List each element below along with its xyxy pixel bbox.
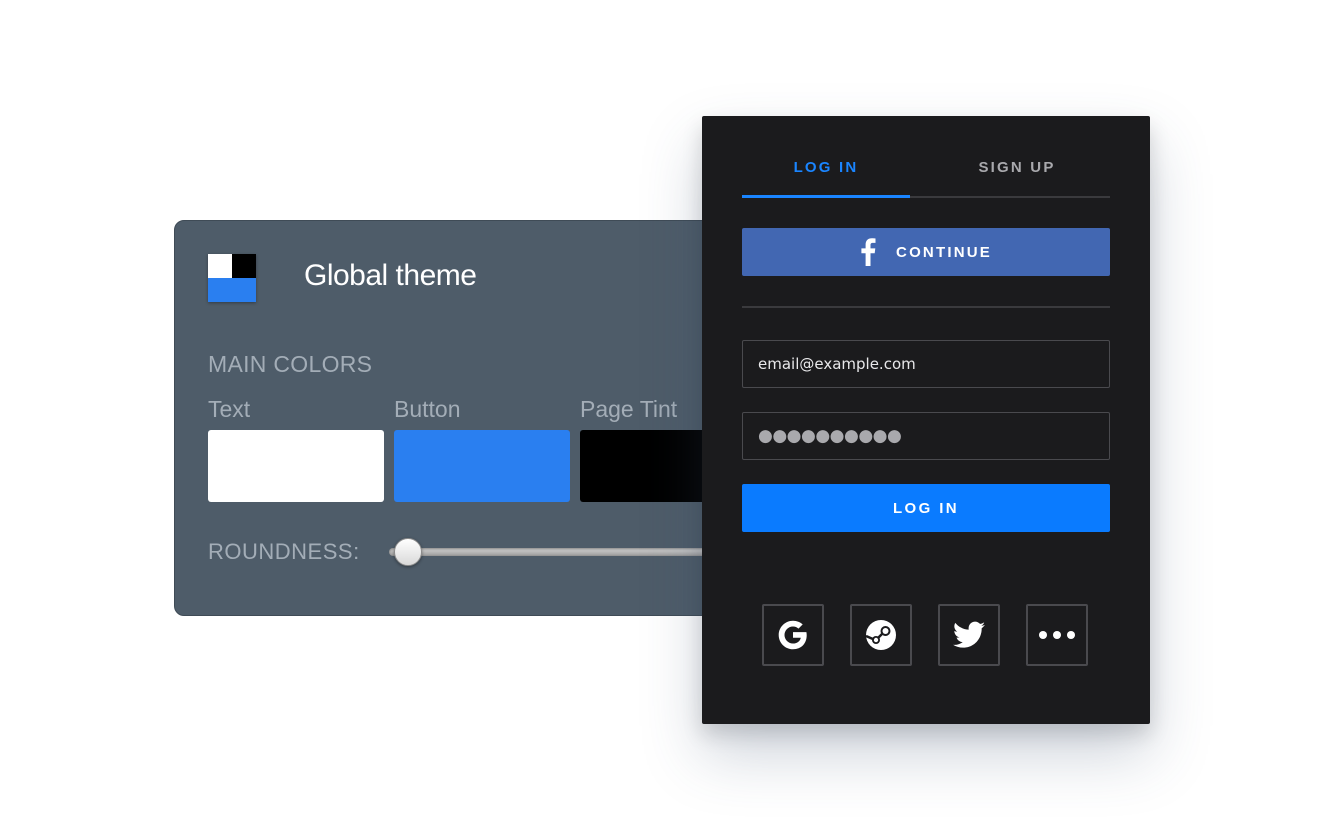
facebook-icon [860,238,876,266]
button-color-swatch[interactable] [394,430,570,502]
divider [742,306,1110,308]
roundness-label: ROUNDNESS: [208,539,360,564]
logo-text-square [208,254,232,278]
auth-tabs: LOG IN SIGN UP [742,156,1110,198]
roundness-slider-thumb[interactable] [394,538,422,566]
facebook-continue-button[interactable]: CONTINUE [742,228,1110,276]
main-colors-label: MAIN COLORS [208,351,373,377]
page-tint-label: Page Tint [580,396,678,422]
logo-tint-square [232,254,256,278]
google-icon [777,619,809,651]
more-providers-button[interactable] [1026,604,1088,666]
text-color-swatch[interactable] [208,430,384,502]
theme-title: Global theme [304,259,477,292]
log-in-button[interactable]: LOG IN [742,484,1110,532]
email-input[interactable]: email@example.com [742,340,1110,388]
steam-icon [865,619,897,651]
twitter-login-button[interactable] [938,604,1000,666]
facebook-button-label: CONTINUE [896,243,992,261]
tab-log-in[interactable]: LOG IN [742,156,910,196]
button-color-label: Button [394,396,461,422]
login-panel: LOG IN SIGN UP CONTINUE email@example.co… [702,116,1150,724]
text-color-label: Text [208,396,251,422]
tab-sign-up[interactable]: SIGN UP [932,156,1102,196]
google-login-button[interactable] [762,604,824,666]
theme-logo-icon [208,254,256,302]
active-tab-indicator [742,195,910,198]
theme-panel: Global theme MAIN COLORS Text Button Pag… [174,220,734,616]
roundness-slider-track[interactable] [389,548,733,556]
logo-button-bar [208,278,256,302]
password-input[interactable]: ●●●●●●●●●● [742,412,1110,460]
steam-login-button[interactable] [850,604,912,666]
more-icon [1037,630,1077,640]
twitter-icon [953,621,985,649]
